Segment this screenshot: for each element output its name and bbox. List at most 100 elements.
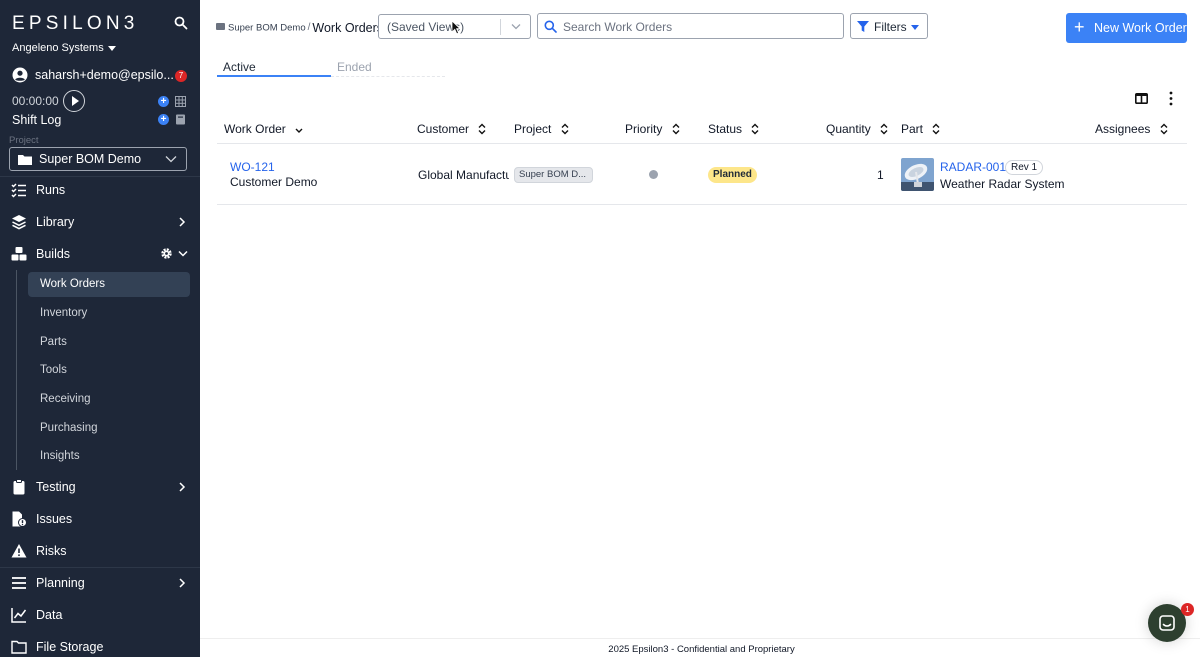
- folder-icon: [216, 23, 225, 31]
- sidebar-item-library[interactable]: Library: [0, 208, 200, 236]
- clipboard-icon: [13, 479, 25, 495]
- sidebar-divider: [0, 567, 200, 568]
- sidebar-item-label: Issues: [36, 512, 73, 526]
- sidebar-subitem-parts[interactable]: Parts: [28, 330, 190, 355]
- column-priority[interactable]: Priority: [625, 122, 680, 136]
- shift-timer: 00:00:00 +: [12, 90, 192, 112]
- column-status[interactable]: Status: [708, 122, 759, 136]
- add-timer-icon[interactable]: +: [158, 96, 169, 107]
- sort-icon: [561, 123, 569, 135]
- column-label: Assignees: [1095, 122, 1151, 136]
- column-work-order[interactable]: Work Order: [224, 122, 303, 136]
- tab-ended[interactable]: Ended: [331, 60, 445, 77]
- sidebar-subitem-label: Work Orders: [40, 278, 105, 290]
- customer-cell: Global Manufactu: [418, 168, 509, 182]
- column-quantity[interactable]: Quantity: [826, 122, 888, 136]
- search-icon[interactable]: [174, 16, 188, 30]
- folder-outline-icon: [11, 640, 27, 654]
- sidebar-item-data[interactable]: Data: [0, 601, 200, 629]
- table-row[interactable]: WO-121 Customer Demo Global Manufactu Su…: [217, 145, 1187, 205]
- gear-icon[interactable]: [160, 247, 173, 260]
- sort-icon: [478, 123, 486, 135]
- sidebar-item-issues[interactable]: Issues: [0, 505, 200, 533]
- new-work-order-button[interactable]: + New Work Order: [1066, 13, 1187, 43]
- sort-icon: [880, 123, 888, 135]
- table-header: Work Order Customer Project Priority Sta…: [217, 114, 1187, 144]
- warning-icon: [11, 544, 27, 558]
- columns-icon[interactable]: [1135, 93, 1148, 104]
- sidebar-subitem-label: Purchasing: [40, 422, 98, 434]
- sort-desc-icon: [295, 128, 303, 133]
- tab-label: Ended: [337, 60, 372, 74]
- sidebar-item-file-storage[interactable]: File Storage: [0, 633, 200, 657]
- timer-value: 00:00:00: [12, 94, 59, 108]
- column-project[interactable]: Project: [514, 122, 569, 136]
- search-input[interactable]: [563, 18, 833, 35]
- calendar-grid-icon[interactable]: [175, 96, 186, 107]
- part-number-link[interactable]: RADAR-001: [940, 160, 1006, 174]
- column-label: Quantity: [826, 122, 871, 136]
- sidebar-subitem-inventory[interactable]: Inventory: [28, 301, 190, 326]
- org-switcher[interactable]: Angeleno Systems: [12, 42, 116, 54]
- book-icon[interactable]: [175, 114, 186, 125]
- project-name: Super BOM Demo: [39, 152, 142, 166]
- more-options-icon[interactable]: [1168, 91, 1174, 106]
- sidebar-subitem-tools[interactable]: Tools: [28, 358, 190, 383]
- footer-divider: [200, 638, 1200, 639]
- sidebar-item-risks[interactable]: Risks: [0, 537, 200, 565]
- tab-active[interactable]: Active: [217, 60, 331, 77]
- chat-unread-badge: 1: [1181, 603, 1194, 616]
- work-order-id-link[interactable]: WO-121: [230, 160, 275, 174]
- column-assignees[interactable]: Assignees: [1095, 122, 1168, 136]
- sidebar-subitem-receiving[interactable]: Receiving: [28, 387, 190, 412]
- sidebar-item-label: Builds: [36, 247, 71, 261]
- play-icon[interactable]: [63, 90, 85, 112]
- sidebar-item-testing[interactable]: Testing: [0, 473, 200, 501]
- part-name: Weather Radar System: [940, 177, 1065, 191]
- add-shift-log-icon[interactable]: +: [158, 114, 169, 125]
- part-image[interactable]: [901, 158, 934, 191]
- sort-icon: [672, 123, 680, 135]
- user-menu[interactable]: saharsh+demo@epsilo... 7: [12, 67, 192, 85]
- sidebar-subitem-purchasing[interactable]: Purchasing: [28, 416, 190, 441]
- sidebar-item-builds[interactable]: Builds: [0, 240, 200, 268]
- user-circle-icon: [12, 67, 28, 83]
- breadcrumb-project-link[interactable]: Super BOM Demo: [228, 22, 306, 33]
- folder-icon: [18, 155, 32, 165]
- sidebar-subitem-label: Parts: [40, 336, 67, 348]
- sidebar-item-planning[interactable]: Planning: [0, 569, 200, 597]
- layers-icon: [12, 215, 26, 230]
- sidebar-subitem-label: Insights: [40, 450, 80, 462]
- epsilon3-logo[interactable]: EPSILON3: [12, 13, 139, 35]
- column-label: Priority: [625, 122, 663, 136]
- select-divider: [500, 19, 501, 35]
- sidebar-subitem-work-orders[interactable]: Work Orders: [28, 272, 190, 297]
- chat-icon: [1159, 615, 1175, 631]
- project-chip[interactable]: Super BOM D...: [514, 167, 593, 183]
- column-label: Part: [901, 122, 924, 136]
- sidebar-item-label: Testing: [36, 480, 76, 494]
- sidebar-item-label: Data: [36, 608, 63, 622]
- project-selector[interactable]: Super BOM Demo: [9, 147, 187, 171]
- notification-badge[interactable]: 7: [175, 70, 187, 82]
- sidebar-subitem-insights[interactable]: Insights: [28, 444, 190, 469]
- sidebar-item-runs[interactable]: Runs: [0, 176, 200, 204]
- column-part[interactable]: Part: [901, 122, 940, 136]
- checklist-icon: [11, 183, 26, 198]
- sidebar-subitem-label: Inventory: [40, 307, 88, 319]
- shift-log-link[interactable]: Shift Log: [12, 113, 61, 127]
- builds-tree-line: [16, 270, 17, 470]
- filters-label: Filters: [874, 20, 907, 34]
- chevron-down-icon: [178, 250, 188, 257]
- filters-button[interactable]: Filters: [850, 13, 928, 39]
- page-title: Work Orders: [312, 20, 384, 35]
- column-label: Customer: [417, 122, 470, 136]
- menu-lines-icon: [12, 577, 26, 589]
- column-customer[interactable]: Customer: [417, 122, 486, 136]
- project-label: Project: [9, 135, 39, 146]
- sidebar-item-label: Runs: [36, 183, 66, 197]
- search-work-orders[interactable]: [537, 13, 844, 39]
- mouse-cursor-icon: [451, 20, 461, 35]
- search-icon: [544, 20, 557, 33]
- breadcrumb-separator: /: [307, 22, 311, 34]
